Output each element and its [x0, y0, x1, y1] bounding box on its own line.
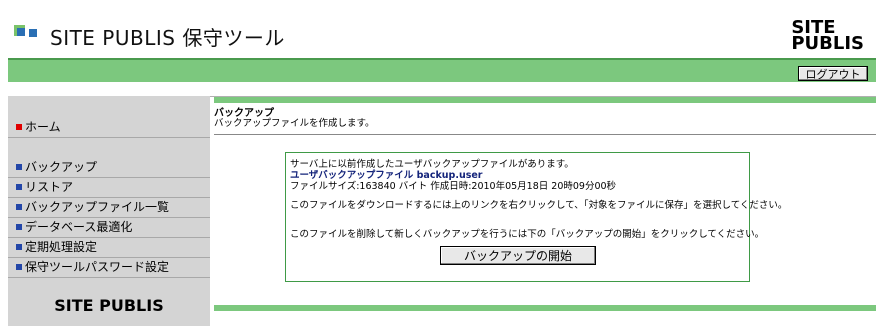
section-divider [214, 134, 876, 135]
sidebar-item-restore[interactable]: リストア [8, 178, 210, 198]
backup-notice-panel: サーバ上に以前作成したユーザバックアップファイルがあります。 ユーザバックアップ… [285, 152, 787, 282]
sidebar-item-password[interactable]: 保守ツールパスワード設定 [8, 258, 210, 278]
brand-line-2: PUBLIS [791, 33, 864, 54]
bullet-icon [16, 223, 22, 230]
sidebar-item-backup[interactable]: バックアップ [8, 158, 210, 178]
sidebar-item-label: 保守ツールパスワード設定 [25, 260, 170, 274]
section-description: バックアップファイルを作成します。 [214, 118, 375, 129]
bullet-icon [16, 163, 22, 170]
brand-logo: SITE PUBLIS [791, 19, 864, 54]
main-bottom-rule [214, 305, 876, 311]
sidebar-item-home[interactable]: ホーム [8, 118, 210, 138]
bullet-icon [16, 183, 22, 190]
sidebar-item-db-optimize[interactable]: データベース最適化 [8, 218, 210, 238]
sidebar-item-label: 定期処理設定 [25, 240, 98, 254]
logout-button[interactable]: ログアウト [798, 66, 868, 81]
main-top-rule [214, 97, 876, 103]
sidebar-item-schedule[interactable]: 定期処理設定 [8, 238, 210, 258]
sidebar-item-label: バックアップ [25, 160, 98, 174]
sidebar-item-label: ホーム [25, 120, 61, 134]
bullet-icon [16, 243, 22, 250]
toolbar-row [8, 82, 876, 97]
logo-squares-icon [14, 25, 44, 43]
bullet-icon [16, 263, 22, 270]
bullet-icon [16, 203, 22, 210]
sidebar-item-label: リストア [25, 180, 74, 194]
start-backup-button[interactable]: バックアップの開始 [440, 246, 596, 265]
delete-hint: このファイルを削除して新しくバックアップを行うには下の「バックアップの開始」をク… [290, 229, 765, 240]
sidebar-item-label: データベース最適化 [25, 220, 133, 234]
header-band [8, 58, 876, 82]
bullet-icon [16, 123, 22, 130]
sidebar-item-backup-list[interactable]: バックアップファイル一覧 [8, 198, 210, 218]
sidebar-footer-logo: SITE PUBLIS [54, 296, 164, 315]
sidebar-item-label: バックアップファイル一覧 [25, 200, 170, 214]
header: SITE PUBLIS 保守ツール SITE PUBLIS [0, 0, 884, 58]
sidebar: ホーム バックアップ リストア バックアップファイル一覧 データベース最適化 定… [8, 96, 210, 326]
file-info: ファイルサイズ:163840 バイト 作成日時:2010年05月18日 20時0… [290, 181, 617, 192]
download-hint: このファイルをダウンロードするには上のリンクを右クリックして、「対象をファイルに… [290, 200, 788, 211]
app-title: SITE PUBLIS 保守ツール [50, 26, 285, 50]
